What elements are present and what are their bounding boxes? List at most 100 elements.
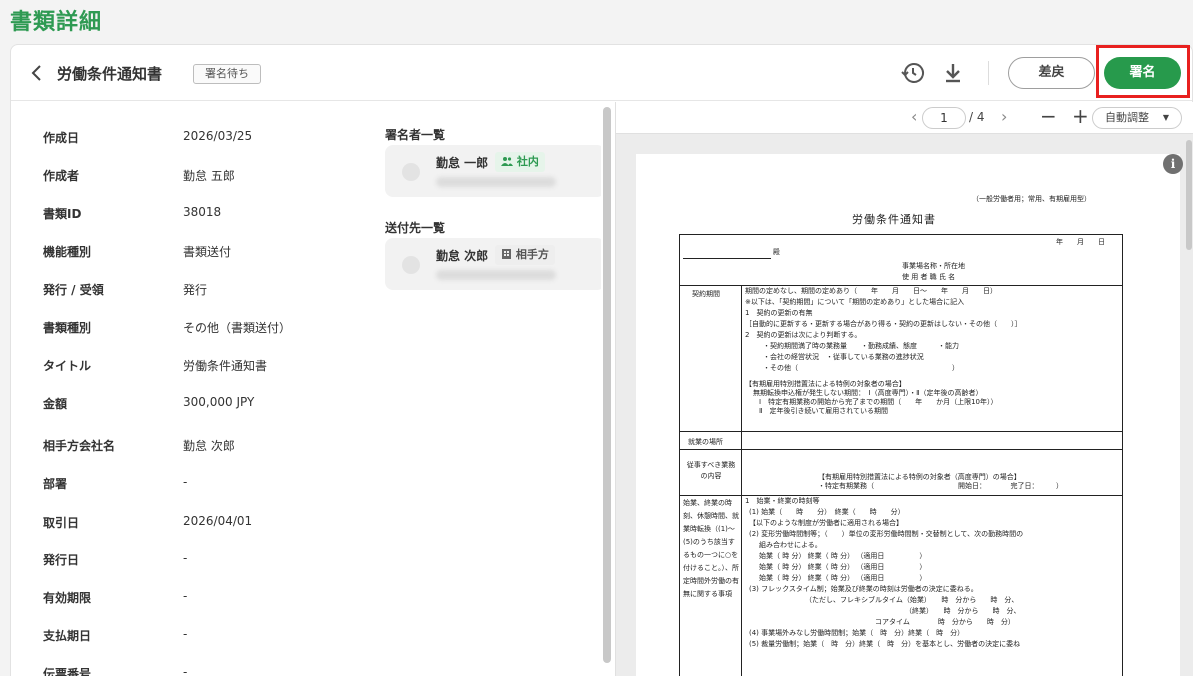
- doc-text: （ただし、フレキシブルタイム（始業） 時 分から 時 分、: [805, 596, 1019, 604]
- doc-text: ・特定有期業務（ 開始日： 完了日： ）: [818, 482, 1063, 490]
- doc-text: ・契約期間満了時の業務量 ・勤務成績、態度 ・能力: [763, 342, 959, 350]
- detail-value: 書類送付: [183, 245, 232, 259]
- doc-row-label: 従事すべき業務の内容: [686, 461, 736, 480]
- detail-value: -: [183, 627, 188, 641]
- doc-text: 組み合わせによる。: [759, 541, 822, 549]
- doc-text: 1 始業・終業の時刻等: [745, 497, 820, 505]
- history-icon: [901, 62, 924, 83]
- details-scrollbar[interactable]: [603, 107, 611, 663]
- caret-down-icon: ▼: [1162, 113, 1169, 122]
- history-button[interactable]: [901, 61, 925, 85]
- download-button[interactable]: [941, 61, 965, 85]
- detail-label: 有効期限: [43, 591, 92, 605]
- detail-value: -: [183, 589, 188, 603]
- doc-text: (5) 裁量労働制；始業（ 時 分）終業（ 時 分）を基本とし、労働者の決定に委…: [749, 640, 1021, 648]
- building-icon: [502, 249, 511, 259]
- recipient-card[interactable]: 勤怠 次郎 相手方: [385, 238, 601, 290]
- info-icon[interactable]: i: [1163, 154, 1183, 174]
- doc-row-label: 契約期間: [692, 290, 720, 298]
- doc-text: 【有期雇用特別措置法による特例の対象者の場合】: [745, 380, 906, 388]
- detail-value: -: [183, 475, 188, 489]
- doc-line: [680, 449, 1122, 450]
- doc-to: 殿: [773, 248, 780, 256]
- doc-line: [741, 285, 742, 676]
- detail-value: 勤怠 五郎: [183, 169, 235, 183]
- doc-text: 1 契約の更新の有無: [745, 309, 813, 317]
- page-number-input[interactable]: 1: [922, 107, 966, 129]
- detail-label: 部署: [43, 477, 68, 491]
- detail-label: 発行日: [43, 553, 80, 567]
- sign-button[interactable]: 署名: [1104, 57, 1181, 89]
- detail-label: 取引日: [43, 516, 80, 530]
- doc-employer: 使 用 者 職 氏 名: [902, 273, 956, 281]
- detail-value: 300,000 JPY: [183, 395, 255, 409]
- recipients-title: 送付先一覧: [385, 221, 446, 235]
- doc-line: [680, 431, 1122, 432]
- detail-value: 発行: [183, 283, 208, 297]
- doc-row-label: 始業、終業の時刻、休憩時間、就業時転換（(1)～(5)のうち該当するもの一つに○…: [683, 499, 739, 598]
- doc-text: 無期転換申込権が発生しない期間： Ⅰ（高度専門）・Ⅱ（定年後の高齢者）: [753, 389, 983, 397]
- doc-row-body: 【有期雇用特別措置法による特例の対象者（高度専門）の場合】 ・特定有期業務（ 開…: [818, 473, 1063, 491]
- doc-heading: 労働条件通知書: [852, 213, 936, 226]
- signer-name: 勤怠 一郎: [436, 156, 489, 170]
- counterparty-tag: 相手方: [495, 245, 555, 265]
- document-viewer: ‹ 1 / 4 › − + 自動調整 ▼ （一般労働者用；常用、有期雇用型） 労…: [615, 102, 1193, 676]
- signer-card[interactable]: 勤怠 一郎 社内: [385, 145, 601, 197]
- doc-text: ・その他（ ）: [763, 364, 959, 372]
- document-title: 労働条件通知書: [57, 65, 163, 83]
- document-page: （一般労働者用；常用、有期雇用型） 労働条件通知書 年 月 日 殿 事業場名称・…: [636, 154, 1180, 676]
- doc-text: (3) フレックスタイム制；始業及び終業の時刻は労働者の決定に委ねる。: [749, 585, 978, 593]
- doc-text: ※以下は、「契約期間」について「期間の定めあり」とした場合に記入: [745, 298, 965, 306]
- viewer-toolbar: ‹ 1 / 4 › − + 自動調整 ▼: [616, 102, 1193, 134]
- detail-value: 38018: [183, 205, 222, 219]
- next-page-button[interactable]: ›: [1001, 107, 1007, 126]
- detail-value: その他（書類送付）: [183, 321, 292, 335]
- doc-row-label: 就業の場所: [688, 438, 723, 446]
- detail-value: 2026/04/01: [183, 514, 253, 528]
- prev-page-button[interactable]: ‹: [911, 107, 917, 126]
- zoom-out-button[interactable]: −: [1040, 104, 1057, 128]
- page-title: 書類詳細: [10, 10, 103, 35]
- detail-value: 2026/03/25: [183, 129, 253, 143]
- detail-value: 勤怠 次郎: [183, 439, 235, 453]
- reject-button[interactable]: 差戻: [1008, 57, 1095, 89]
- detail-value: 労働条件通知書: [183, 359, 268, 373]
- status-badge: 署名待ち: [193, 64, 261, 84]
- doc-text: ・会社の経営状況 ・従事している業務の進捗状況: [763, 353, 924, 361]
- doc-text: 始業（ 時 分） 終業（ 時 分） （適用日 ）: [759, 552, 927, 560]
- doc-text: (2) 変形労働時間制等；（ ）単位の変形労働時間制・交替制として、次の勤務時間…: [749, 530, 1024, 538]
- doc-text: Ⅱ 定年後引き続いて雇用されている期間: [759, 407, 889, 415]
- doc-text: （終業） 時 分から 時 分、: [905, 607, 1021, 615]
- recipient-email-redacted: [436, 270, 556, 280]
- detail-value: -: [183, 551, 188, 565]
- doc-text: (4) 事業場外みなし労働時間制；始業（ 時 分）終業（ 時 分）: [749, 629, 965, 637]
- page-total: / 4: [969, 110, 985, 124]
- doc-row-body: 1 始業・終業の時刻等 (1) 始業（ 時 分） 終業（ 時 分） 【以下のよう…: [745, 496, 1023, 650]
- details-panel: 作成日 2026/03/25 作成者 勤怠 五郎 書類ID 38018 機能種別 書類送…: [11, 102, 601, 676]
- zoom-in-button[interactable]: +: [1072, 104, 1089, 128]
- detail-label: 作成日: [43, 131, 80, 145]
- avatar: [402, 256, 420, 274]
- detail-value: -: [183, 665, 188, 676]
- download-icon: [946, 64, 960, 83]
- doc-company-addr: 事業場名称・所在地: [902, 262, 965, 270]
- detail-label: 伝票番号: [43, 667, 92, 676]
- detail-label: 書類種別: [43, 321, 92, 335]
- doc-text: 始業（ 時 分） 終業（ 時 分） （適用日 ）: [759, 563, 927, 571]
- detail-header: 労働条件通知書 署名待ち 差戻 署名: [11, 45, 1192, 101]
- zoom-select[interactable]: 自動調整 ▼: [1092, 107, 1182, 129]
- detail-label: 金額: [43, 397, 68, 411]
- detail-label: 書類ID: [43, 207, 82, 221]
- doc-row-body: 期間の定めなし、期間の定めあり（ 年 月 日～ 年 月 日） ※以下は、「契約期…: [745, 286, 1022, 416]
- signers-title: 署名者一覧: [385, 128, 446, 142]
- viewer-scrollbar[interactable]: [1186, 140, 1192, 250]
- header-divider: [988, 61, 989, 85]
- detail-label: 発行 / 受領: [43, 283, 104, 297]
- detail-label: 機能種別: [43, 245, 92, 259]
- detail-label: 支払期日: [43, 629, 92, 643]
- zoom-select-value: 自動調整: [1105, 111, 1149, 124]
- back-button[interactable]: [27, 61, 47, 85]
- doc-text: 【以下のような制度が労働者に適用される場合】: [749, 519, 903, 527]
- doc-text: Ⅰ 特定有期業務の開始から完了までの期間（ 年 か月（上限10年））: [759, 398, 998, 406]
- people-icon: [501, 157, 513, 166]
